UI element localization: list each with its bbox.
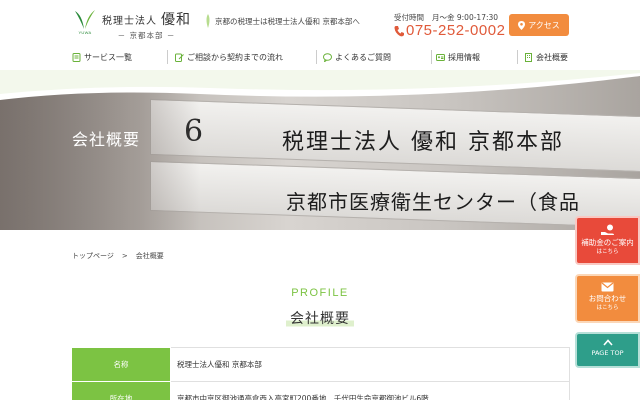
contact-button-label: お問合わせ xyxy=(588,294,627,303)
mail-icon xyxy=(601,282,614,292)
hero-banner: 6 税理士法人 優和 京都本部 京都市医療衛生センター（食品 会社概要 xyxy=(0,70,640,230)
building-icon xyxy=(525,52,532,62)
access-button-label: アクセス xyxy=(528,20,560,30)
contact-button[interactable]: お問合わせ はこちら xyxy=(575,274,640,323)
map-pin-icon xyxy=(518,20,526,30)
nav-item-label: サービス一覧 xyxy=(84,52,132,62)
nav-item-label: 採用情報 xyxy=(448,52,480,62)
table-header-cell: 名称 xyxy=(71,347,171,382)
page-top-label: PAGE TOP xyxy=(591,349,624,357)
chevron-up-icon xyxy=(602,339,613,346)
hours-label: 受付時間 xyxy=(394,13,424,22)
phone-icon xyxy=(394,25,404,36)
hours-value: 月〜金 9:00-17:30 xyxy=(432,13,499,22)
tagline-text: 京都の税理士は税理士法人優和 京都本部へ xyxy=(215,16,360,26)
access-button[interactable]: アクセス xyxy=(509,14,569,36)
phone-number-link[interactable]: 075-252-0002 xyxy=(394,22,505,39)
nav-item-label: 会社概要 xyxy=(536,52,568,62)
global-nav: サービス一覧 ご相談から契約までの流れ よくあるご質問 採用情報 会社概要 xyxy=(0,44,640,70)
nav-divider xyxy=(431,50,432,64)
page-top-button[interactable]: PAGE TOP xyxy=(575,332,640,368)
table-row: 名称 税理士法人優和 京都本部 xyxy=(71,347,570,382)
site-logo[interactable]: YUWA 税理士法人 優和 － 京都本部 － xyxy=(72,9,191,41)
section-title-ja: 会社概要 xyxy=(286,308,354,328)
table-row: 所在地 京都市中京区御池通高倉西入高宮町200番地 千代田生命京都御池ビル6階 xyxy=(71,381,570,400)
logo-name: 優和 xyxy=(161,12,191,28)
id-card-icon xyxy=(436,53,445,61)
subsidy-info-button[interactable]: 補助金のご案内 はこちら xyxy=(575,216,640,265)
breadcrumb-current: 会社概要 xyxy=(135,252,164,260)
nav-item-label: よくあるご質問 xyxy=(335,52,391,62)
nav-item-label: ご相談から契約までの流れ xyxy=(187,52,283,62)
table-value-cell: 京都市中京区御池通高倉西入高宮町200番地 千代田生命京都御池ビル6階 xyxy=(170,381,570,400)
table-header-cell: 所在地 xyxy=(71,381,171,400)
nav-item-recruit[interactable]: 採用情報 xyxy=(436,50,480,64)
site-header: YUWA 税理士法人 優和 － 京都本部 － 京都の税理士は税理士法人優和 京都… xyxy=(0,0,640,44)
edit-icon xyxy=(175,53,184,62)
nav-item-company[interactable]: 会社概要 xyxy=(524,50,568,64)
breadcrumb: トップページ > 会社概要 xyxy=(72,251,164,261)
nav-divider xyxy=(517,50,518,64)
nav-divider xyxy=(316,50,317,64)
hero-title: 会社概要 xyxy=(72,130,141,149)
contact-button-sublabel: はこちら xyxy=(596,305,619,311)
nav-divider xyxy=(167,50,168,64)
document-icon xyxy=(72,52,81,62)
nav-item-flow[interactable]: ご相談から契約までの流れ xyxy=(175,50,283,64)
logo-branch: － 京都本部 － xyxy=(117,31,176,40)
speech-bubble-icon xyxy=(323,52,332,62)
phone-number: 075-252-0002 xyxy=(406,22,506,39)
company-profile-table: 名称 税理士法人優和 京都本部 所在地 京都市中京区御池通高倉西入高宮町200番… xyxy=(71,347,570,400)
breadcrumb-home-link[interactable]: トップページ xyxy=(72,252,114,260)
nav-item-services[interactable]: サービス一覧 xyxy=(72,50,132,64)
leaf-icon xyxy=(206,14,210,28)
header-tagline: 京都の税理士は税理士法人優和 京都本部へ xyxy=(205,14,360,28)
subsidy-button-label: 補助金のご案内 xyxy=(581,238,634,247)
plate-line-1: 税理士法人 優和 京都本部 xyxy=(282,130,564,155)
logo-mark-text: YUWA xyxy=(78,30,92,35)
hero-top-curve xyxy=(0,70,640,100)
logo-mark-icon: YUWA xyxy=(72,9,98,36)
subsidy-button-sublabel: はこちら xyxy=(596,249,619,255)
plate-line-2: 京都市医療衛生センター（食品 xyxy=(286,190,580,214)
logo-prefix: 税理士法人 xyxy=(102,16,157,27)
breadcrumb-separator: > xyxy=(121,252,128,260)
section-title-en: PROFILE xyxy=(291,287,349,299)
table-value-cell: 税理士法人優和 京都本部 xyxy=(170,347,570,382)
nav-item-faq[interactable]: よくあるご質問 xyxy=(323,50,391,64)
money-hand-icon xyxy=(600,224,614,235)
